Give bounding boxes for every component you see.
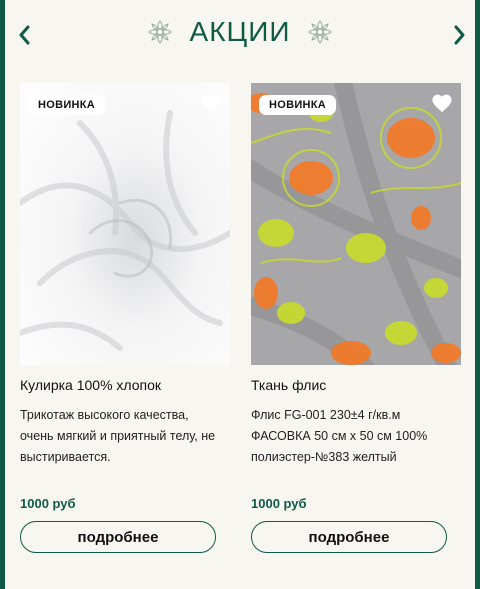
new-badge: НОВИНКА xyxy=(259,95,337,115)
section-header: АКЦИИ xyxy=(5,0,475,72)
product-description: Флис FG-001 230±4 г/кв.м ФАСОВКА 50 см х… xyxy=(251,408,428,464)
product-price: 1000 руб xyxy=(251,496,307,511)
product-card: НОВИНКА Ткань флис Флис FG-001 230±4 г/к… xyxy=(251,83,461,553)
fleece-fabric-image xyxy=(251,83,461,365)
page-frame: АКЦИИ НОВИНКА Кулирка 100% хлопок Трикот… xyxy=(0,0,480,589)
details-button[interactable]: подробнее xyxy=(20,521,216,553)
details-button[interactable]: подробнее xyxy=(251,521,447,553)
product-image[interactable]: НОВИНКА xyxy=(20,83,230,365)
page-title: АКЦИИ xyxy=(189,16,291,47)
flower-ornament-icon xyxy=(147,20,172,44)
product-price: 1000 руб xyxy=(20,496,76,511)
new-badge: НОВИНКА xyxy=(28,95,106,115)
heart-icon[interactable] xyxy=(200,93,222,113)
product-image[interactable]: НОВИНКА xyxy=(251,83,461,365)
product-name[interactable]: Кулирка 100% хлопок xyxy=(20,377,230,393)
chevron-right-icon[interactable] xyxy=(449,22,471,48)
title-group: АКЦИИ xyxy=(5,16,475,48)
product-card: НОВИНКА Кулирка 100% хлопок Трикотаж выс… xyxy=(20,83,230,553)
white-fabric-image xyxy=(20,83,230,365)
product-description: Трикотаж высокого качества, очень мягкий… xyxy=(20,408,216,464)
product-name[interactable]: Ткань флис xyxy=(251,377,461,393)
heart-icon[interactable] xyxy=(431,93,453,113)
flower-ornament-icon xyxy=(308,20,333,44)
